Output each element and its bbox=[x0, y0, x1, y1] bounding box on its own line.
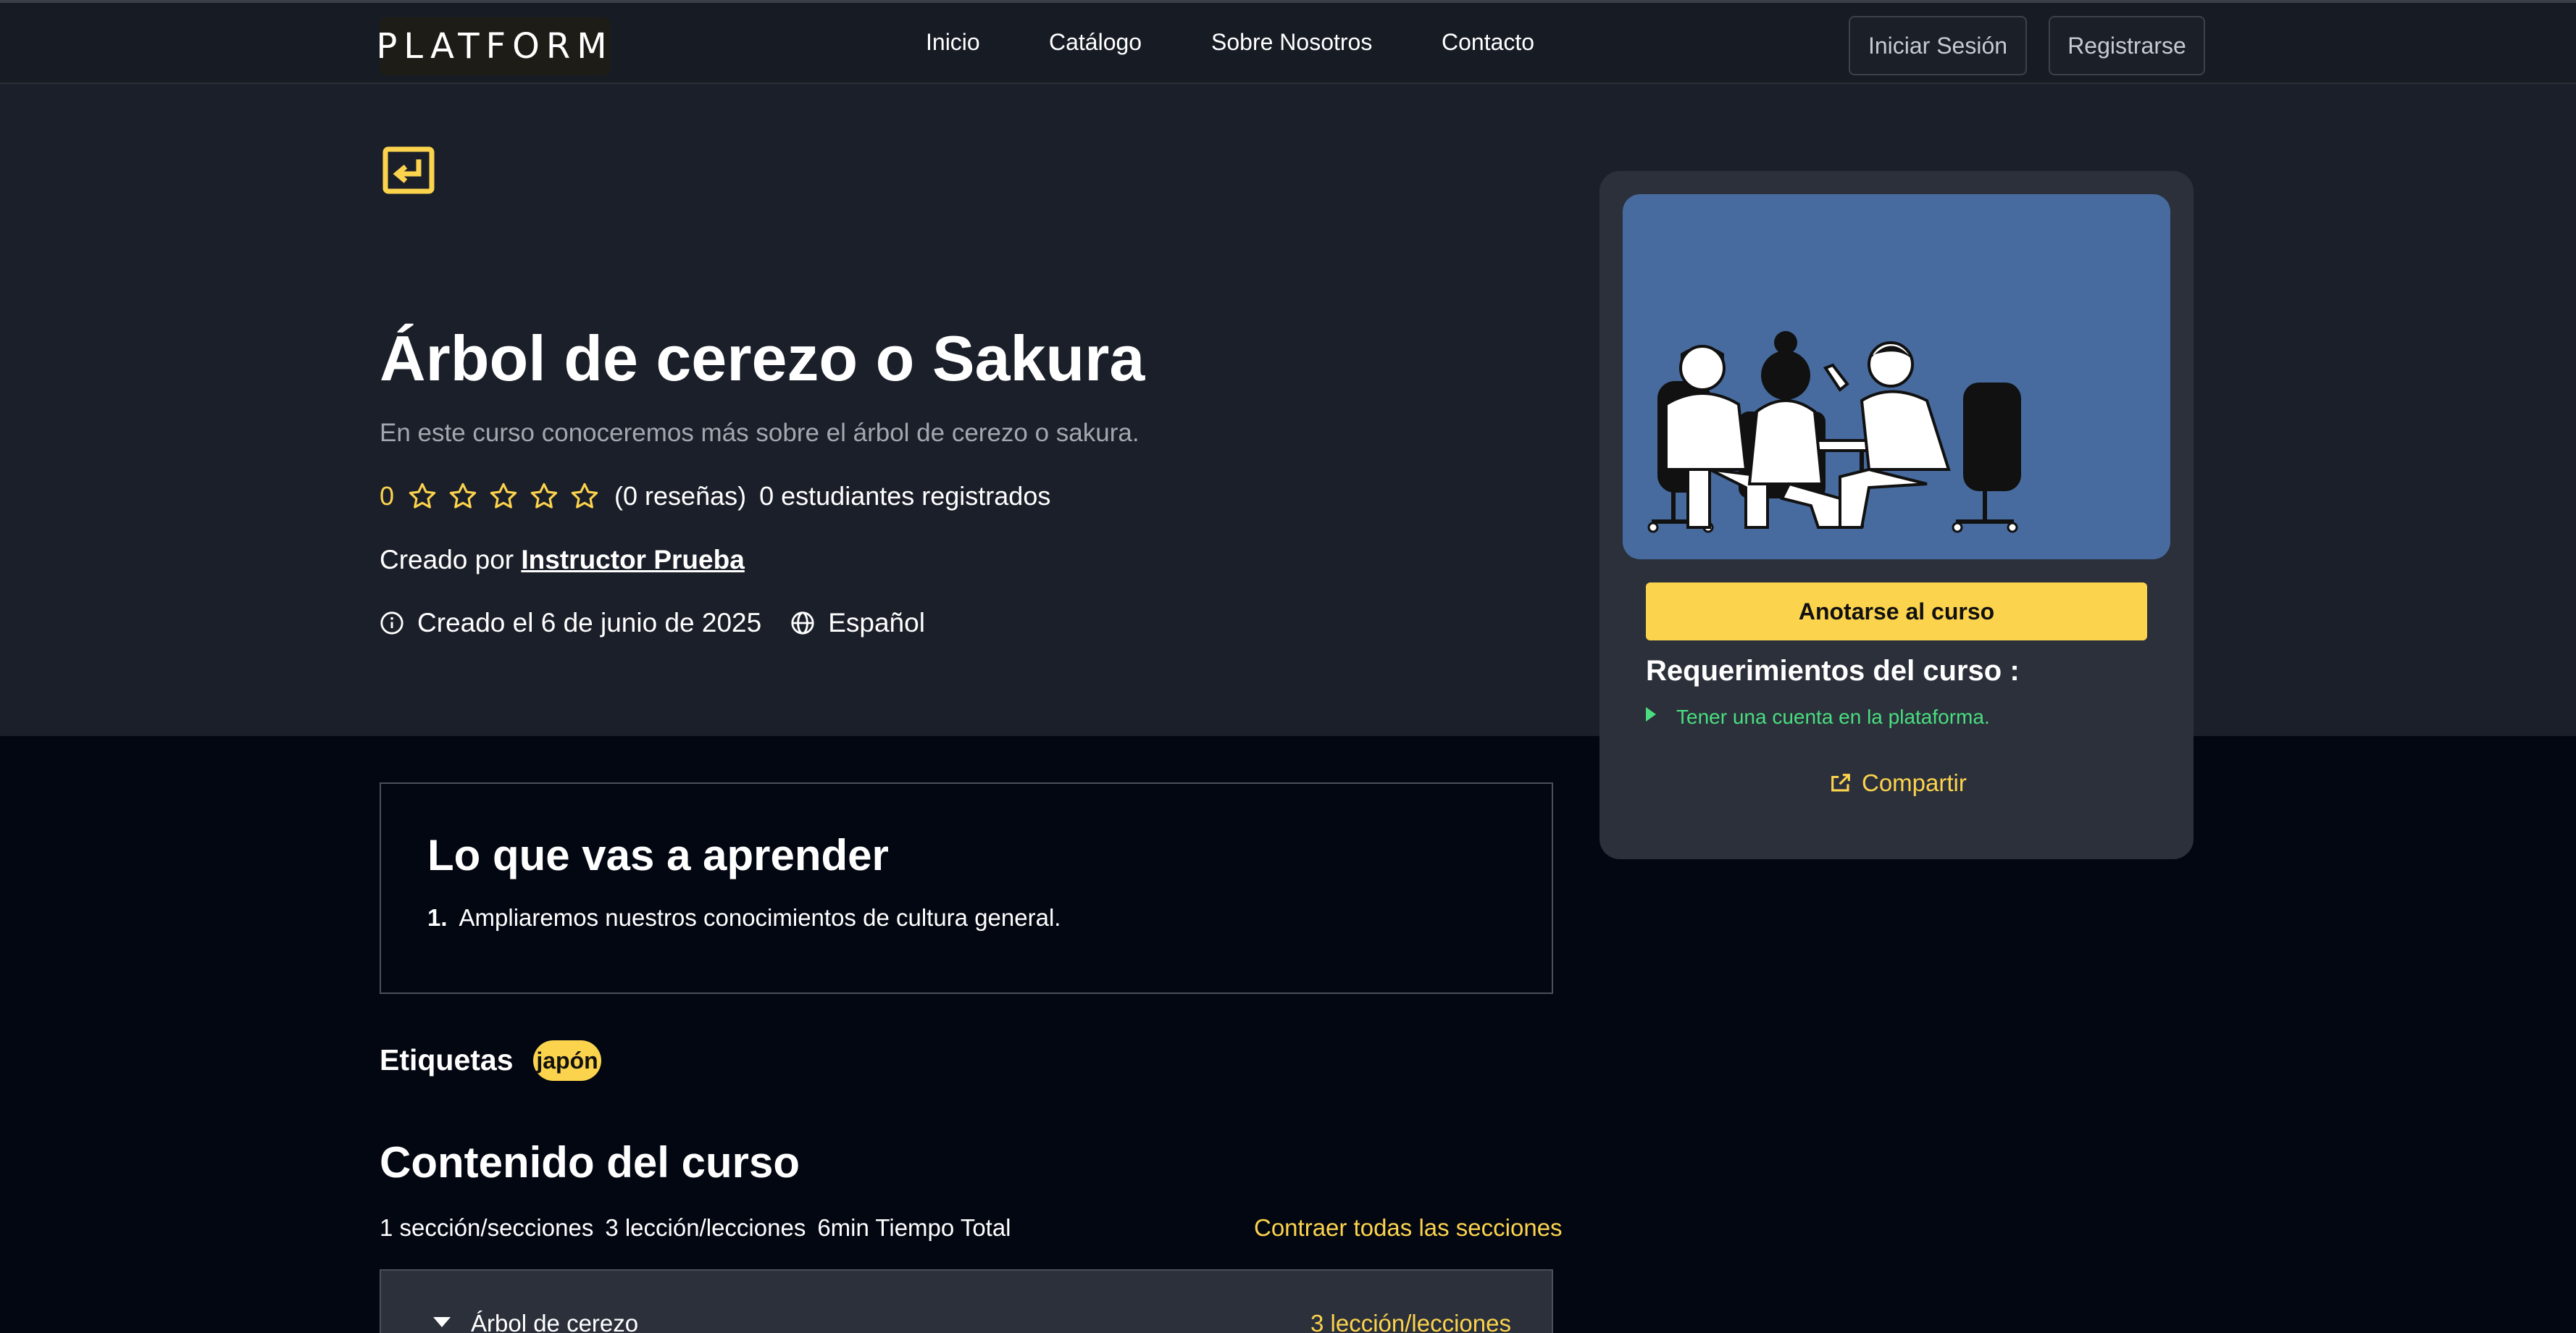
star-icon bbox=[530, 482, 558, 509]
requirement-text: Tener una cuenta en la plataforma. bbox=[1676, 706, 1990, 728]
requirement-item: Tener una cuenta en la plataforma. bbox=[1646, 703, 1990, 732]
creator-line: Creado por Instructor Prueba bbox=[380, 545, 745, 575]
learning-outcome-item: 1. Ampliaremos nuestros conocimientos de… bbox=[427, 904, 1061, 932]
lessons-count: 3 lección/lecciones bbox=[605, 1214, 806, 1241]
top-navbar: PLATFORM Inicio Catálogo Sobre Nosotros … bbox=[0, 0, 2576, 84]
rating-row: 0 (0 reseñas) 0 estudiantes registrados bbox=[380, 480, 1050, 513]
sections-count: 1 sección/secciones bbox=[380, 1214, 594, 1241]
caret-right-icon bbox=[1646, 707, 1656, 722]
login-button[interactable]: Iniciar Sesión bbox=[1849, 16, 2027, 75]
enroll-card: Anotarse al curso Requerimientos del cur… bbox=[1599, 171, 2194, 859]
outcome-text: Ampliaremos nuestros conocimientos de cu… bbox=[459, 904, 1061, 931]
section-accordion[interactable]: Árbol de cerezo 3 lección/lecciones bbox=[380, 1269, 1553, 1333]
star-icon bbox=[409, 482, 436, 509]
nav-link-catalogo[interactable]: Catálogo bbox=[1049, 29, 1142, 56]
nav-link-contacto[interactable]: Contacto bbox=[1442, 29, 1534, 56]
star-icon bbox=[571, 482, 598, 509]
learning-outcomes-title: Lo que vas a aprender bbox=[427, 831, 889, 879]
course-illustration bbox=[1623, 194, 2170, 559]
created-by-label: Creado por bbox=[380, 545, 514, 574]
section-lesson-count: 3 lección/lecciones bbox=[1310, 1310, 1511, 1333]
outcome-number: 1. bbox=[427, 904, 448, 931]
course-language: Español bbox=[828, 608, 925, 638]
back-arrow-icon[interactable] bbox=[382, 146, 435, 194]
created-date: Creado el 6 de junio de 2025 bbox=[417, 608, 762, 638]
course-content-stats: 1 sección/secciones 3 lección/lecciones … bbox=[380, 1214, 1011, 1242]
share-label: Compartir bbox=[1862, 769, 1967, 796]
reviews-count: (0 reseñas) bbox=[614, 481, 747, 511]
globe-icon bbox=[791, 611, 814, 635]
rating-value: 0 bbox=[380, 481, 395, 511]
course-subtitle: En este curso conoceremos más sobre el á… bbox=[380, 419, 1139, 447]
enroll-button[interactable]: Anotarse al curso bbox=[1646, 582, 2147, 640]
nav-link-inicio[interactable]: Inicio bbox=[926, 29, 980, 56]
instructor-link[interactable]: Instructor Prueba bbox=[521, 545, 744, 574]
share-button[interactable]: Compartir bbox=[1828, 766, 1967, 800]
students-count: 0 estudiantes registrados bbox=[759, 481, 1051, 511]
platform-logo[interactable]: PLATFORM bbox=[376, 17, 610, 75]
tag-badge[interactable]: japón bbox=[533, 1040, 601, 1081]
collapse-all-sections-link[interactable]: Contraer todas las secciones bbox=[1254, 1214, 1563, 1242]
people-meeting-illustration bbox=[1647, 331, 2021, 533]
tags-label: Etiquetas bbox=[380, 1043, 514, 1077]
total-time: 6min Tiempo Total bbox=[817, 1214, 1011, 1241]
course-meta: Creado el 6 de junio de 2025 Español bbox=[380, 606, 925, 640]
nav-link-sobre-nosotros[interactable]: Sobre Nosotros bbox=[1211, 29, 1372, 56]
star-icon bbox=[449, 482, 477, 509]
section-name: Árbol de cerezo bbox=[471, 1310, 639, 1333]
chevron-down-icon bbox=[433, 1317, 451, 1327]
register-button[interactable]: Registrarse bbox=[2049, 16, 2205, 75]
star-icon bbox=[490, 482, 517, 509]
share-icon bbox=[1831, 774, 1850, 792]
info-icon bbox=[380, 611, 403, 635]
requirements-title: Requerimientos del curso : bbox=[1646, 655, 2020, 687]
course-content-title: Contenido del curso bbox=[380, 1138, 800, 1187]
course-title: Árbol de cerezo o Sakura bbox=[380, 322, 1145, 394]
learning-outcomes: Lo que vas a aprender 1. Ampliaremos nue… bbox=[380, 782, 1553, 994]
